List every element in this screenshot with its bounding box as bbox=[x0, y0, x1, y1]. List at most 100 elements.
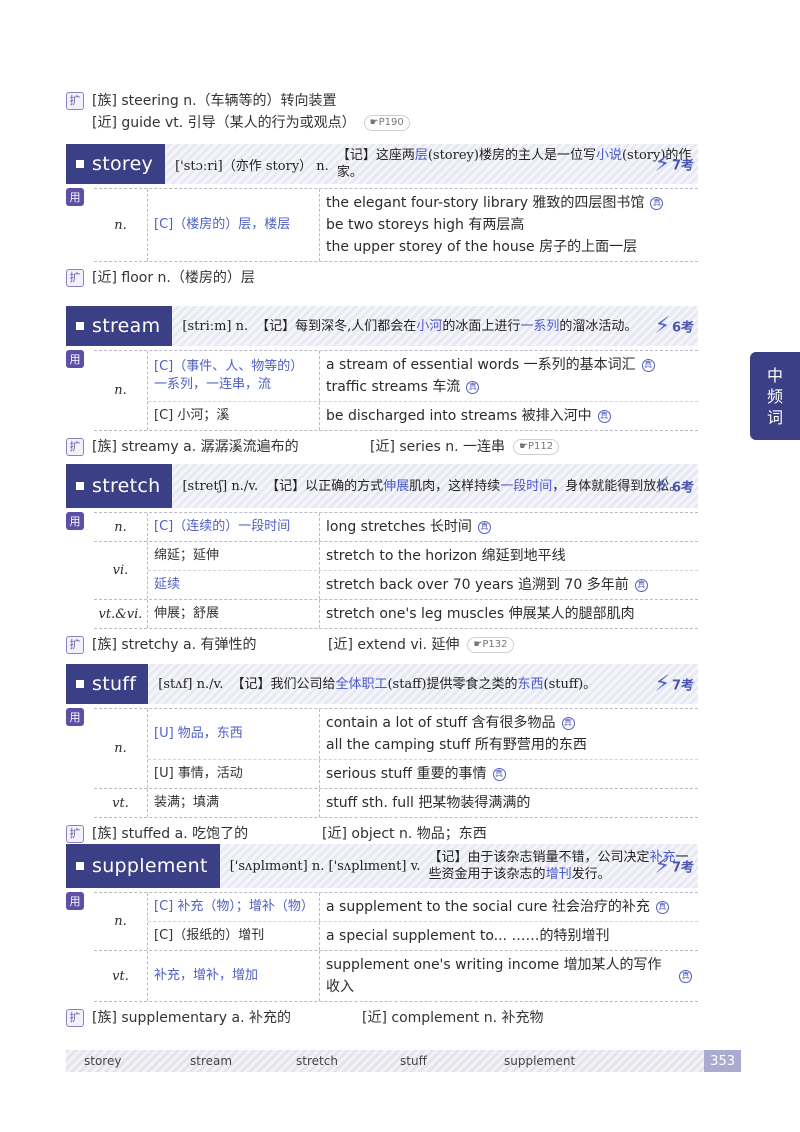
usage-section: 用 n. [C]（连续的）一段时间 long stretches 长时间真 vi. 绵延；… bbox=[66, 512, 698, 629]
usage-icon: 用 bbox=[66, 512, 84, 530]
entry-header: storey ['stɔːri]（亦作 story） n. 【记】这座两层(stor… bbox=[66, 144, 698, 184]
lightning-bolt-icon: ⚡ bbox=[654, 473, 670, 499]
example-sentence: all the camping stuff 所有野营用的东西 bbox=[326, 734, 692, 756]
usage-table: n. [C] 补充（物）；增补（物） a supplement to the soc… bbox=[94, 892, 698, 1002]
example-text: serious stuff 重要的事情 bbox=[326, 766, 487, 782]
sense-row: [C]（事件、人、物等的）一系列，一连串，流 a stream of essent… bbox=[148, 351, 698, 402]
extension-synonym-group: [近] object n. 物品；东西 bbox=[322, 824, 487, 844]
sense-definition: [C]（事件、人、物等的）一系列，一连串，流 bbox=[148, 351, 320, 401]
example-cell: be discharged into streams 被排入河中真 bbox=[320, 402, 698, 430]
example-cell: the elegant four-story library 雅致的四层图书馆真… bbox=[320, 189, 698, 261]
usage-section: 用 n. [U] 物品，东西 contain a lot of stuff 含有很多物… bbox=[66, 708, 698, 818]
headword: supplement bbox=[92, 855, 208, 877]
example-sentence: stretch to the horizon 绵延到地平线 bbox=[326, 545, 692, 567]
example-sentence: contain a lot of stuff 含有很多物品真 bbox=[326, 712, 692, 734]
top-extension: 扩 [族] steering n.（车辆等的）转向装置 [近] guide vt… bbox=[66, 90, 410, 134]
memory-tip-text: 的冰面上进行 bbox=[442, 318, 521, 334]
exam-mark-icon: 真 bbox=[679, 969, 692, 983]
usage-table: n. [C]（事件、人、物等的）一系列，一连串，流 a stream of esse… bbox=[94, 350, 698, 431]
entry-stuff: stuff [stʌf] n./v. 【记】我们公司给全体职工(staff)提供零食… bbox=[66, 664, 698, 844]
sense-row: [C] 小河；溪 be discharged into streams 被排入河中… bbox=[148, 402, 698, 430]
usage-icon: 用 bbox=[66, 892, 84, 910]
memory-tip-text: 发行。 bbox=[571, 867, 611, 882]
example-cell: a special supplement to... ……的特别增刊 bbox=[320, 922, 698, 950]
footer-word[interactable]: storey bbox=[84, 1054, 121, 1068]
top-ext-line-2: [近] guide vt. 引导（某人的行为或观点） ☛P190 bbox=[66, 112, 410, 134]
footer-word[interactable]: stream bbox=[190, 1054, 232, 1068]
extension-line: 扩 [族] supplementary a. 补充的 [近] complement … bbox=[66, 1008, 698, 1028]
memory-tip-highlight: 小河 bbox=[416, 318, 443, 334]
memory-tip-text: 【记】这座两 bbox=[336, 148, 415, 163]
sense-row: [C]（楼房的）层，楼层 the elegant four-story libra… bbox=[148, 189, 698, 261]
part-of-speech: vt.&vi. bbox=[94, 600, 148, 628]
extension-synonym-group: [近] complement n. 补充物 bbox=[362, 1008, 544, 1028]
example-sentence: be two storeys high 有两层高 bbox=[326, 214, 692, 236]
example-text: contain a lot of stuff 含有很多物品 bbox=[326, 715, 556, 731]
exam-mark-icon: 真 bbox=[477, 520, 491, 534]
side-tab-frequent-words[interactable]: 中 频 词 bbox=[750, 352, 800, 440]
pos-row: vt. 补充，增补，增加 supplement one's writing inco… bbox=[94, 951, 698, 1002]
sense-definition: [C] 小河；溪 bbox=[148, 402, 320, 430]
bullet-square-icon bbox=[76, 482, 84, 490]
sense-row: [U] 物品，东西 contain a lot of stuff 含有很多物品真 a… bbox=[148, 709, 698, 760]
memory-tip-text: 【记】由于该杂志销量不错，公司决定 bbox=[428, 850, 650, 865]
example-sentence: traffic streams 车流真 bbox=[326, 376, 692, 398]
extension-synonym: [近] series n. 一连串 bbox=[370, 439, 506, 455]
bullet-square-icon bbox=[76, 322, 84, 330]
entry-storey: storey ['stɔːri]（亦作 story） n. 【记】这座两层(stor… bbox=[66, 144, 698, 288]
headword-box: stream bbox=[66, 306, 173, 346]
phonetic: ['stɔːri]（亦作 story） n. bbox=[175, 158, 329, 174]
pos-row: vt.&vi. 伸展；舒展 stretch one's leg muscles 伸展… bbox=[94, 600, 698, 629]
extend-icon: 扩 bbox=[66, 92, 84, 110]
example-text: stretch one's leg muscles 伸展某人的腿部肌肉 bbox=[326, 606, 635, 622]
senses: [C] 补充（物）；增补（物） a supplement to the socia… bbox=[148, 893, 698, 950]
footer-word[interactable]: supplement bbox=[504, 1054, 575, 1068]
example-sentence: supplement one's writing income 增加某人的写作收… bbox=[326, 954, 692, 998]
part-of-speech: n. bbox=[94, 189, 148, 261]
extension-family: [近] floor n.（楼房的）层 bbox=[92, 270, 255, 286]
example-text: supplement one's writing income 增加某人的写作收… bbox=[326, 957, 662, 995]
memory-tip: 【记】这座两层(storey)楼房的主人是一位写小说(story)的作家。 bbox=[337, 147, 698, 181]
memory-tip-text: 【记】我们公司给 bbox=[231, 676, 336, 692]
example-sentence: be discharged into streams 被排入河中真 bbox=[326, 405, 692, 427]
sense-definition: [C]（楼房的）层，楼层 bbox=[148, 189, 320, 261]
usage-table: n. [C]（楼房的）层，楼层 the elegant four-story lib… bbox=[94, 188, 698, 262]
extend-icon: 扩 bbox=[66, 825, 84, 843]
part-of-speech: vt. bbox=[94, 789, 148, 817]
example-cell: stretch one's leg muscles 伸展某人的腿部肌肉 bbox=[320, 600, 698, 628]
entry-header: stuff [stʌf] n./v. 【记】我们公司给全体职工(staff)提供零食… bbox=[66, 664, 698, 704]
example-text: the elegant four-story library 雅致的四层图书馆 bbox=[326, 195, 645, 211]
headword-box: storey bbox=[66, 144, 166, 184]
frequency-count: 7考 bbox=[671, 860, 694, 876]
usage-section: 用 n. [C]（事件、人、物等的）一系列，一连串，流 a stream of ess… bbox=[66, 350, 698, 431]
example-sentence: the elegant four-story library 雅致的四层图书馆真 bbox=[326, 192, 692, 214]
frequency-count: 6考 bbox=[671, 320, 694, 336]
footer-word-index: storey stream stretch stuff supplement 3… bbox=[66, 1050, 741, 1072]
pos-row: n. [U] 物品，东西 contain a lot of stuff 含有很多物品… bbox=[94, 709, 698, 789]
lightning-bolt-icon: ⚡ bbox=[654, 853, 670, 879]
side-tab-char: 频 bbox=[766, 386, 783, 406]
lightning-bolt-icon: ⚡ bbox=[654, 313, 670, 339]
memory-tip: 【记】每到深冬,人们都会在小河的冰面上进行一系列的溜冰活动。 bbox=[256, 318, 637, 335]
example-text: long stretches 长时间 bbox=[326, 519, 472, 535]
sense-definition: 补充，增补，增加 bbox=[148, 951, 320, 1001]
footer-word[interactable]: stuff bbox=[400, 1054, 427, 1068]
memory-tip-text: (staff)提供零食之类的 bbox=[387, 676, 518, 692]
footer-word[interactable]: stretch bbox=[296, 1054, 338, 1068]
usage-icon: 用 bbox=[66, 188, 84, 206]
extension-synonym-group: [近] extend vi. 延伸 ☛P132 bbox=[328, 635, 514, 655]
pos-row: n. [C]（事件、人、物等的）一系列，一连串，流 a stream of esse… bbox=[94, 351, 698, 431]
extension-family: [族] stuffed a. 吃饱了的 bbox=[92, 826, 249, 842]
headword: stream bbox=[92, 315, 161, 337]
page-ref-badge: ☛P190 bbox=[363, 115, 410, 131]
sense-definition: 绵延；延伸 bbox=[148, 542, 320, 570]
example-text: traffic streams 车流 bbox=[326, 379, 461, 395]
extend-icon: 扩 bbox=[66, 438, 84, 456]
headword: stuff bbox=[92, 673, 137, 695]
headword: stretch bbox=[92, 475, 161, 497]
exam-frequency: ⚡ 7考 bbox=[655, 152, 695, 177]
usage-table: n. [C]（连续的）一段时间 long stretches 长时间真 vi. 绵延；延… bbox=[94, 512, 698, 629]
extension-line: 扩 [近] floor n.（楼房的）层 bbox=[66, 268, 698, 288]
example-cell: a supplement to the social cure 社会治疗的补充真 bbox=[320, 893, 698, 921]
part-of-speech: n. bbox=[94, 709, 148, 788]
